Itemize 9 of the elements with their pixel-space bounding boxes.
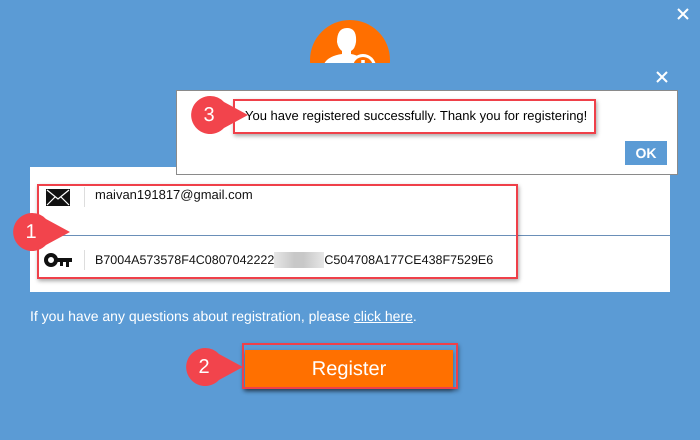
ok-button[interactable]: OK: [625, 141, 667, 165]
license-key-field[interactable]: B7004A573578F4C0807042222 C504708A177CE438F7529E6: [85, 252, 494, 268]
register-button[interactable]: Register: [245, 350, 453, 389]
help-link[interactable]: click here: [354, 308, 413, 324]
callout-badge: 2: [183, 345, 245, 389]
success-message: You have registered successfully. Thank you for registering!: [245, 108, 588, 123]
email-field[interactable]: maivan191817@gmail.com: [85, 187, 253, 202]
help-text: If you have any questions about registration, please click here.: [30, 308, 418, 324]
callout-badge: 1: [10, 210, 72, 254]
